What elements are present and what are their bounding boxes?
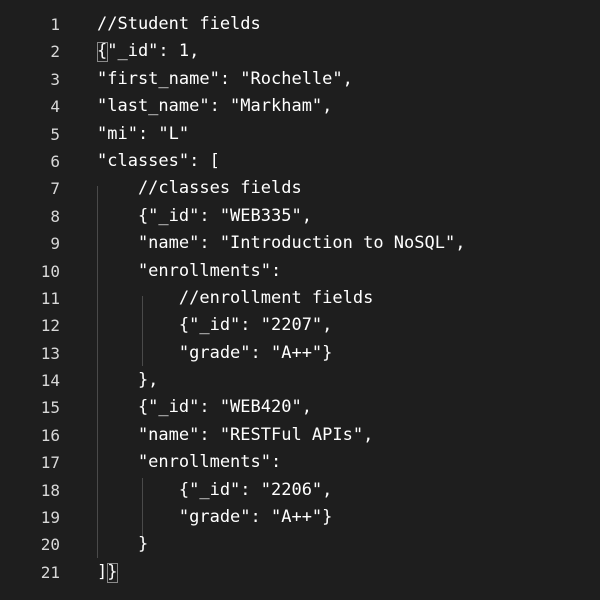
code-line[interactable]: 7 //classes fields bbox=[0, 175, 600, 202]
line-number: 5 bbox=[50, 124, 60, 144]
code-line[interactable]: 14 }, bbox=[0, 367, 600, 394]
line-number: 12 bbox=[40, 316, 60, 336]
code-line[interactable]: 15 {"_id": "WEB420", bbox=[0, 394, 600, 421]
line-text[interactable]: "mi": "L" bbox=[97, 121, 189, 148]
line-text[interactable]: {"_id": 1, bbox=[97, 38, 199, 65]
line-number: 2 bbox=[50, 42, 60, 62]
code-line[interactable]: 12 {"_id": "2207", bbox=[0, 312, 600, 339]
line-number: 1 bbox=[50, 15, 60, 34]
code-line[interactable]: 8 {"_id": "WEB335", bbox=[0, 203, 600, 230]
line-text[interactable]: {"_id": "WEB420", bbox=[97, 394, 312, 421]
code-line[interactable]: 10 "enrollments": bbox=[0, 258, 600, 285]
line-text[interactable]: "name": "Introduction to NoSQL", bbox=[97, 230, 466, 257]
line-number: 10 bbox=[40, 261, 60, 281]
line-number: 16 bbox=[40, 425, 60, 445]
code-line[interactable]: 11 //enrollment fields bbox=[0, 285, 600, 312]
line-number: 7 bbox=[50, 179, 60, 199]
line-number: 4 bbox=[50, 97, 60, 117]
line-text[interactable]: "enrollments": bbox=[97, 449, 281, 476]
line-text[interactable]: "classes": [ bbox=[97, 148, 220, 175]
line-text[interactable]: "first_name": "Rochelle", bbox=[97, 66, 353, 93]
matching-bracket-highlight bbox=[97, 42, 108, 63]
line-text[interactable]: }, bbox=[97, 367, 158, 394]
line-number: 21 bbox=[40, 562, 60, 582]
line-number: 17 bbox=[40, 453, 60, 473]
line-text[interactable]: {"_id": "2206", bbox=[97, 477, 333, 504]
line-text[interactable]: //enrollment fields bbox=[97, 285, 373, 312]
line-number: 15 bbox=[40, 398, 60, 418]
line-number: 8 bbox=[50, 206, 60, 226]
line-text[interactable]: {"_id": "WEB335", bbox=[97, 203, 312, 230]
line-number: 9 bbox=[50, 234, 60, 254]
line-number: 13 bbox=[40, 343, 60, 363]
code-line[interactable]: 1 //Student fields bbox=[0, 11, 600, 38]
line-text[interactable]: "enrollments": bbox=[97, 258, 281, 285]
code-line[interactable]: 3 "first_name": "Rochelle", bbox=[0, 66, 600, 93]
code-line[interactable]: 20 } bbox=[0, 531, 600, 558]
matching-bracket-highlight bbox=[107, 562, 118, 583]
line-text[interactable]: "name": "RESTFul APIs", bbox=[97, 422, 373, 449]
line-number: 18 bbox=[40, 480, 60, 500]
code-line[interactable]: 18 {"_id": "2206", bbox=[0, 477, 600, 504]
line-text[interactable]: } bbox=[97, 531, 148, 558]
line-text[interactable]: //classes fields bbox=[97, 175, 302, 202]
line-text[interactable]: {"_id": "2207", bbox=[97, 312, 333, 339]
line-number: 14 bbox=[40, 371, 60, 391]
line-number: 19 bbox=[40, 508, 60, 528]
line-text[interactable]: //Student fields bbox=[97, 11, 261, 38]
code-line[interactable]: 9 "name": "Introduction to NoSQL", bbox=[0, 230, 600, 257]
line-number: 6 bbox=[50, 151, 60, 171]
code-line[interactable]: 21]} bbox=[0, 559, 600, 586]
line-text[interactable]: "last_name": "Markham", bbox=[97, 93, 332, 120]
line-text[interactable]: "grade": "A++"} bbox=[97, 504, 333, 531]
line-number: 11 bbox=[40, 288, 60, 308]
line-number: 20 bbox=[40, 535, 60, 555]
code-editor[interactable]: 1 //Student fields 2 {"_id": 1, 3 "first_na… bbox=[0, 0, 600, 600]
code-line[interactable]: 6 "classes": [ bbox=[0, 148, 600, 175]
code-line[interactable]: 13 "grade": "A++"} bbox=[0, 340, 600, 367]
code-line[interactable]: 4 "last_name": "Markham", bbox=[0, 93, 600, 120]
code-line[interactable]: 17 "enrollments": bbox=[0, 449, 600, 476]
code-line[interactable]: 5 "mi": "L" bbox=[0, 121, 600, 148]
code-line[interactable]: 19 "grade": "A++"} bbox=[0, 504, 600, 531]
code-line[interactable]: 2 {"_id": 1, bbox=[0, 38, 600, 65]
line-text[interactable]: "grade": "A++"} bbox=[97, 340, 333, 367]
line-number: 3 bbox=[50, 69, 60, 89]
code-line[interactable]: 16 "name": "RESTFul APIs", bbox=[0, 422, 600, 449]
